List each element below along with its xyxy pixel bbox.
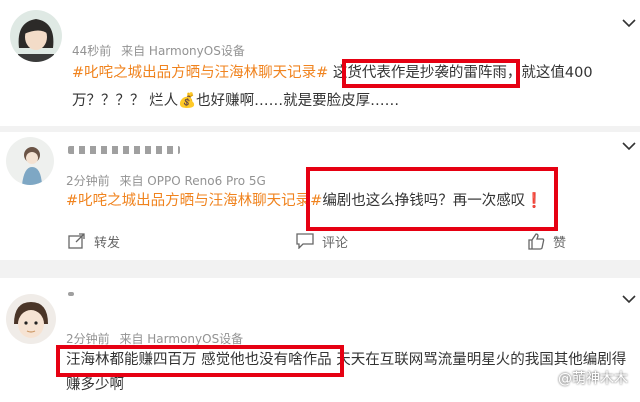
avatar[interactable] bbox=[6, 294, 56, 344]
post-time: 2分钟前 bbox=[66, 332, 110, 346]
highlight-box bbox=[56, 345, 344, 377]
comment-label: 评论 bbox=[322, 235, 349, 251]
post-meta: 44秒前 来自 HarmonyOS设备 bbox=[72, 42, 251, 59]
chevron-down-icon[interactable] bbox=[622, 294, 636, 304]
weibo-logo-icon bbox=[541, 371, 555, 385]
watermark: @萌神木木 bbox=[540, 368, 628, 388]
watermark-text: @萌神木木 bbox=[558, 371, 628, 387]
action-bar: 转发 评论 赞 bbox=[0, 226, 640, 256]
like-button[interactable]: 赞 bbox=[528, 226, 566, 256]
chevron-down-icon[interactable] bbox=[622, 18, 636, 28]
repost-button[interactable]: 转发 bbox=[68, 226, 120, 256]
separator bbox=[0, 260, 640, 278]
post-time: 44秒前 bbox=[72, 44, 112, 58]
avatar-child-image bbox=[6, 294, 56, 344]
post-source: 来自 HarmonyOS设备 bbox=[121, 44, 245, 58]
post-text: 天天在互联网骂流量明星火的我国其他编剧得 bbox=[331, 352, 627, 368]
share-icon bbox=[68, 233, 85, 249]
post-text-line-2: 万？？？？ 烂人💰也好赚啊……就是要脸皮厚…… bbox=[72, 93, 400, 109]
repost-label: 转发 bbox=[94, 235, 121, 251]
avatar[interactable] bbox=[10, 10, 62, 62]
blurred-username bbox=[68, 292, 74, 296]
avatar-girl-image bbox=[10, 10, 62, 62]
post-2: 2分钟前 来自 OPPO Reno6 Pro 5G #叱咤之城出品方晒与汪海林聊… bbox=[0, 132, 640, 260]
post-source: 来自 HarmonyOS设备 bbox=[119, 332, 244, 346]
post-1: 44秒前 来自 HarmonyOS设备 #叱咤之城出品方晒与汪海林聊天记录# 这… bbox=[0, 0, 640, 126]
blurred-username bbox=[68, 146, 180, 154]
post-source: 来自 OPPO Reno6 Pro 5G bbox=[119, 174, 266, 188]
comment-icon bbox=[296, 233, 314, 249]
topic-hashtag-link[interactable]: #叱咤之城出品方晒与汪海林聊天记录# bbox=[72, 65, 328, 81]
post-text: 就这值400 bbox=[521, 65, 593, 81]
thumbs-up-icon bbox=[528, 232, 545, 250]
topic-hashtag-link[interactable]: #叱咤之城出品方晒与汪海林聊天记录# bbox=[66, 193, 322, 209]
highlight-box bbox=[342, 59, 520, 88]
chevron-down-icon[interactable] bbox=[622, 141, 636, 151]
avatar-illustration-image bbox=[6, 137, 54, 185]
comment-button[interactable]: 评论 bbox=[296, 226, 348, 256]
like-label: 赞 bbox=[553, 235, 567, 251]
post-meta: 2分钟前 来自 OPPO Reno6 Pro 5G bbox=[66, 172, 272, 189]
highlight-box bbox=[306, 167, 558, 231]
avatar[interactable] bbox=[6, 137, 54, 185]
post-text-line-2: 赚多少啊 bbox=[66, 377, 124, 393]
post-time: 2分钟前 bbox=[66, 174, 110, 188]
